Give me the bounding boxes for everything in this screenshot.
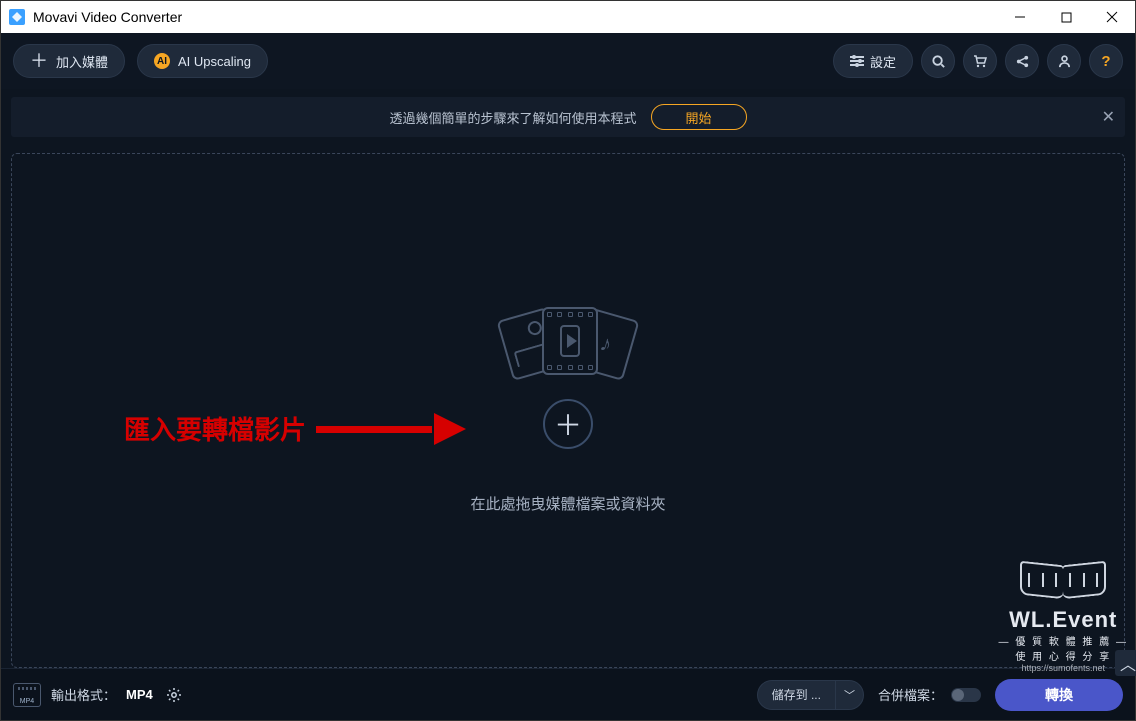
video-icon — [542, 307, 598, 375]
window-controls — [997, 1, 1135, 33]
share-button[interactable] — [1005, 44, 1039, 78]
arrow-icon — [316, 419, 466, 439]
ai-upscaling-button[interactable]: AI AI Upscaling — [137, 44, 268, 78]
app-window: Movavi Video Converter ＋ 加入媒體 AI AI Upsc… — [0, 0, 1136, 721]
account-button[interactable] — [1047, 44, 1081, 78]
minimize-button[interactable] — [997, 1, 1043, 33]
titlebar: Movavi Video Converter — [1, 1, 1135, 33]
ai-upscaling-label: AI Upscaling — [178, 54, 251, 69]
dropzone-hint: 在此處拖曳媒體檔案或資料夾 — [470, 493, 665, 514]
close-button[interactable] — [1089, 1, 1135, 33]
tutorial-start-label: 開始 — [686, 108, 712, 127]
convert-label: 轉換 — [1045, 685, 1073, 705]
dropzone-wrap: ＋ 在此處拖曳媒體檔案或資料夾 匯入要轉檔影片 WL.Event — 優 質 軟… — [1, 137, 1135, 668]
add-media-button[interactable]: ＋ 加入媒體 — [13, 44, 125, 78]
merge-control: 合併檔案： — [878, 685, 981, 704]
convert-button[interactable]: 轉換 — [995, 679, 1123, 711]
plus-icon: ＋ — [554, 404, 582, 444]
format-settings-button[interactable] — [163, 684, 185, 706]
output-format-label: 輸出格式： — [51, 685, 116, 704]
format-file-icon: MP4 — [13, 683, 41, 707]
plus-icon: ＋ — [30, 52, 48, 70]
question-icon: ? — [1101, 53, 1110, 70]
watermark-title: WL.Event — [999, 607, 1128, 633]
tutorial-close-button[interactable]: ✕ — [1102, 107, 1115, 127]
search-icon — [931, 54, 946, 69]
chevron-up-icon: ︿ — [1120, 651, 1136, 675]
person-icon — [1057, 54, 1072, 69]
tutorial-text: 透過幾個簡單的步驟來了解如何使用本程式 — [389, 108, 636, 127]
bottom-bar: MP4 輸出格式： MP4 儲存到 ... ﹀ 合併檔案： 轉換 — [1, 668, 1135, 720]
watermark-sub2: 使 用 心 得 分 享 — [999, 648, 1128, 663]
save-to-label: 儲存到 ... — [758, 686, 835, 703]
watermark-sep: — 優 質 軟 體 推 薦 — — [999, 633, 1128, 648]
toolbar-left: ＋ 加入媒體 AI AI Upscaling — [13, 44, 268, 78]
annotation-text: 匯入要轉檔影片 — [124, 410, 306, 447]
settings-button[interactable]: 設定 — [833, 44, 913, 78]
annotation-overlay: 匯入要轉檔影片 — [124, 410, 466, 447]
ai-icon: AI — [154, 53, 170, 69]
merge-label: 合併檔案： — [878, 685, 943, 704]
media-illustration — [498, 307, 638, 377]
tutorial-start-button[interactable]: 開始 — [651, 104, 747, 130]
add-file-button[interactable]: ＋ — [543, 399, 593, 449]
bottom-left: MP4 輸出格式： MP4 — [13, 683, 185, 707]
maximize-button[interactable] — [1043, 1, 1089, 33]
chevron-down-icon: ﹀ — [844, 687, 855, 703]
titlebar-left: Movavi Video Converter — [9, 9, 182, 25]
sliders-icon — [850, 56, 864, 66]
gear-icon — [166, 687, 182, 703]
toolbar-right: 設定 ? — [833, 44, 1123, 78]
merge-toggle[interactable] — [951, 688, 981, 702]
add-media-label: 加入媒體 — [56, 52, 108, 71]
save-to-dropdown[interactable]: ﹀ — [835, 681, 863, 709]
search-button[interactable] — [921, 44, 955, 78]
dropzone[interactable]: ＋ 在此處拖曳媒體檔案或資料夾 匯入要轉檔影片 WL.Event — 優 質 軟… — [11, 153, 1125, 668]
output-format-value[interactable]: MP4 — [126, 687, 153, 702]
window-title: Movavi Video Converter — [33, 9, 182, 25]
cart-button[interactable] — [963, 44, 997, 78]
scroll-up-button[interactable]: ︿ — [1115, 650, 1136, 676]
watermark-url: https://sumofents.net — [999, 663, 1128, 673]
save-to-button[interactable]: 儲存到 ... ﹀ — [757, 680, 864, 710]
bottom-right: 儲存到 ... ﹀ 合併檔案： 轉換 — [757, 679, 1123, 711]
settings-label: 設定 — [870, 52, 896, 71]
share-icon — [1015, 54, 1030, 69]
app-icon — [9, 9, 25, 25]
book-icon — [1018, 563, 1108, 603]
top-toolbar: ＋ 加入媒體 AI AI Upscaling 設定 — [1, 33, 1135, 89]
close-icon: ✕ — [1102, 109, 1115, 126]
tutorial-bar: 透過幾個簡單的步驟來了解如何使用本程式 開始 ✕ — [11, 97, 1125, 137]
help-button[interactable]: ? — [1089, 44, 1123, 78]
cart-icon — [972, 53, 988, 69]
watermark: WL.Event — 優 質 軟 體 推 薦 — 使 用 心 得 分 享 htt… — [999, 563, 1128, 673]
